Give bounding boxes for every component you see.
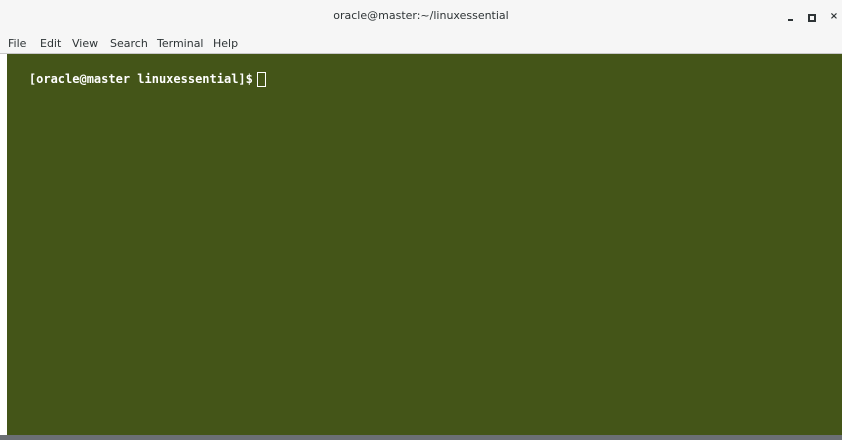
menu-help[interactable]: Help <box>213 37 238 51</box>
menu-edit[interactable]: Edit <box>40 37 61 51</box>
menu-file[interactable]: File <box>8 37 26 51</box>
text-cursor <box>256 72 266 87</box>
menu-terminal[interactable]: Terminal <box>157 37 204 51</box>
menu-bar: File Edit View Search Terminal Help <box>0 34 842 53</box>
terminal-window: oracle@master:~/linuxessential × File Ed… <box>0 0 842 440</box>
menu-search[interactable]: Search <box>110 37 148 51</box>
menu-view[interactable]: View <box>72 37 98 51</box>
minimize-button[interactable] <box>784 9 800 25</box>
maximize-icon <box>808 14 816 22</box>
close-button[interactable]: × <box>826 9 842 25</box>
terminal-area[interactable] <box>7 54 842 435</box>
window-bottom-border <box>0 435 842 440</box>
maximize-button[interactable] <box>803 9 819 25</box>
terminal-left-edge <box>0 54 7 435</box>
minimize-icon <box>788 19 793 21</box>
shell-prompt: [oracle@master linuxessential]$ <box>28 72 253 86</box>
prompt-line: [oracle@master linuxessential]$ <box>0 55 266 87</box>
window-title: oracle@master:~/linuxessential <box>333 9 509 22</box>
title-bar[interactable]: oracle@master:~/linuxessential × <box>0 0 842 34</box>
close-icon: × <box>829 11 839 22</box>
